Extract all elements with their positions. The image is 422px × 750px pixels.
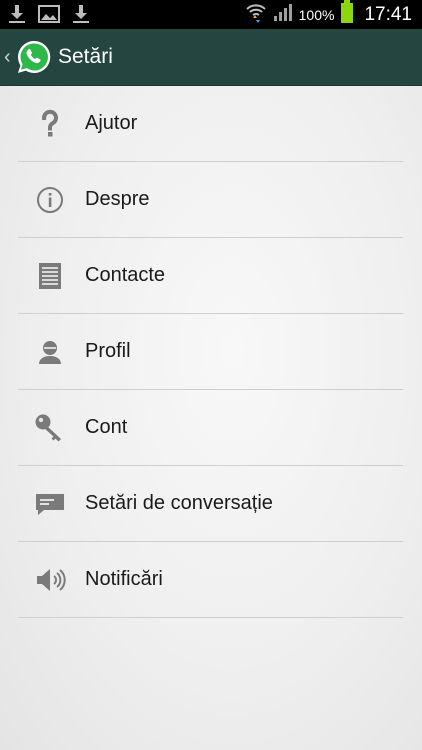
settings-item-notifications[interactable]: Notificări — [18, 542, 403, 618]
contacts-icon — [34, 260, 66, 292]
clock: 17:41 — [364, 3, 412, 25]
settings-item-contacts[interactable]: Contacte — [18, 238, 403, 314]
settings-item-label: Despre — [85, 188, 150, 210]
image-icon — [38, 4, 60, 29]
settings-item-account[interactable]: Cont — [18, 390, 403, 466]
system-indicators: 100% 17:41 — [245, 0, 412, 29]
action-bar: ‹ Setări — [0, 29, 422, 87]
notifications-icon — [34, 564, 66, 596]
settings-item-label: Profil — [85, 340, 131, 362]
wifi-icon — [245, 1, 267, 28]
key-icon — [34, 412, 66, 444]
settings-item-label: Setări de conversație — [85, 492, 273, 514]
up-navigation-button[interactable]: ‹ — [0, 29, 52, 85]
chevron-left-icon: ‹ — [4, 46, 11, 68]
settings-item-chat-settings[interactable]: Setări de conversație — [18, 466, 403, 542]
settings-item-about[interactable]: Despre — [18, 162, 403, 238]
settings-item-label: Cont — [85, 416, 128, 438]
settings-item-label: Ajutor — [85, 112, 138, 134]
settings-item-label: Contacte — [85, 264, 166, 286]
help-icon — [34, 108, 66, 140]
status-bar: 100% 17:41 — [0, 0, 422, 29]
settings-list: Ajutor Despre Contacte Profil Cont Setăr… — [0, 86, 422, 750]
battery-icon — [340, 0, 354, 29]
settings-item-profile[interactable]: Profil — [18, 314, 403, 390]
whatsapp-logo-icon — [16, 39, 52, 75]
download-icon — [8, 4, 26, 29]
settings-item-help[interactable]: Ajutor — [18, 86, 403, 162]
page-title: Setări — [58, 45, 113, 68]
settings-item-label: Notificări — [85, 568, 163, 590]
signal-icon — [273, 2, 293, 27]
profile-icon — [34, 336, 66, 368]
battery-percent: 100% — [298, 6, 335, 23]
info-icon — [34, 184, 66, 216]
chat-settings-icon — [34, 488, 66, 520]
download-icon — [72, 4, 90, 29]
notification-icons — [8, 4, 90, 29]
